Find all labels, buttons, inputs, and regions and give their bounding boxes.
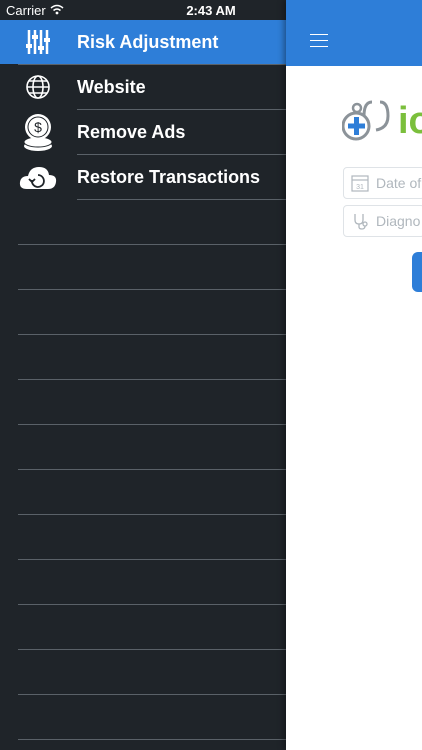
menu-divider	[18, 469, 286, 470]
menu-divider	[18, 739, 286, 740]
diagnosis-placeholder: Diagno	[376, 213, 421, 229]
menu-divider	[18, 379, 286, 380]
menu-divider	[18, 289, 286, 290]
menu-item-website[interactable]: Website	[0, 65, 286, 109]
menu-divider	[77, 109, 286, 110]
menu-divider	[18, 514, 286, 515]
menu-item-risk-adjustment[interactable]: Risk Adjustment	[0, 20, 286, 64]
side-menu: Risk Adjustment Website $ Remove Ads Res…	[0, 20, 286, 750]
hamburger-menu-icon[interactable]	[310, 34, 328, 48]
nav-bar	[286, 0, 422, 66]
logo-text: io	[398, 100, 422, 142]
svg-text:31: 31	[356, 184, 364, 191]
menu-divider	[18, 64, 286, 65]
calendar-icon: 31	[350, 173, 370, 193]
stethoscope-icon	[350, 211, 370, 231]
menu-divider	[77, 154, 286, 155]
sliders-icon	[18, 25, 58, 59]
globe-icon	[18, 70, 58, 104]
menu-divider	[18, 694, 286, 695]
date-placeholder: Date of	[376, 175, 422, 191]
menu-item-remove-ads[interactable]: $ Remove Ads	[0, 110, 286, 154]
menu-divider	[18, 334, 286, 335]
coins-icon: $	[18, 114, 58, 151]
menu-divider	[18, 424, 286, 425]
menu-item-label: Restore Transactions	[77, 167, 261, 187]
menu-item-label: Risk Adjustment	[77, 32, 219, 52]
cloud-restore-icon	[18, 160, 58, 194]
menu-divider	[18, 244, 286, 245]
diagnosis-field[interactable]: Diagno	[343, 205, 422, 237]
menu-divider	[77, 199, 286, 200]
menu-divider	[18, 649, 286, 650]
date-field[interactable]: 31 Date of	[343, 167, 422, 199]
main-panel: io 31 Date of Diagno	[286, 0, 422, 750]
primary-button[interactable]	[412, 252, 422, 292]
menu-divider	[18, 559, 286, 560]
menu-item-restore-transactions[interactable]: Restore Transactions	[0, 155, 286, 199]
menu-item-label: Website	[77, 77, 146, 97]
svg-text:$: $	[34, 119, 42, 135]
menu-item-label: Remove Ads	[77, 122, 186, 142]
menu-divider	[18, 604, 286, 605]
